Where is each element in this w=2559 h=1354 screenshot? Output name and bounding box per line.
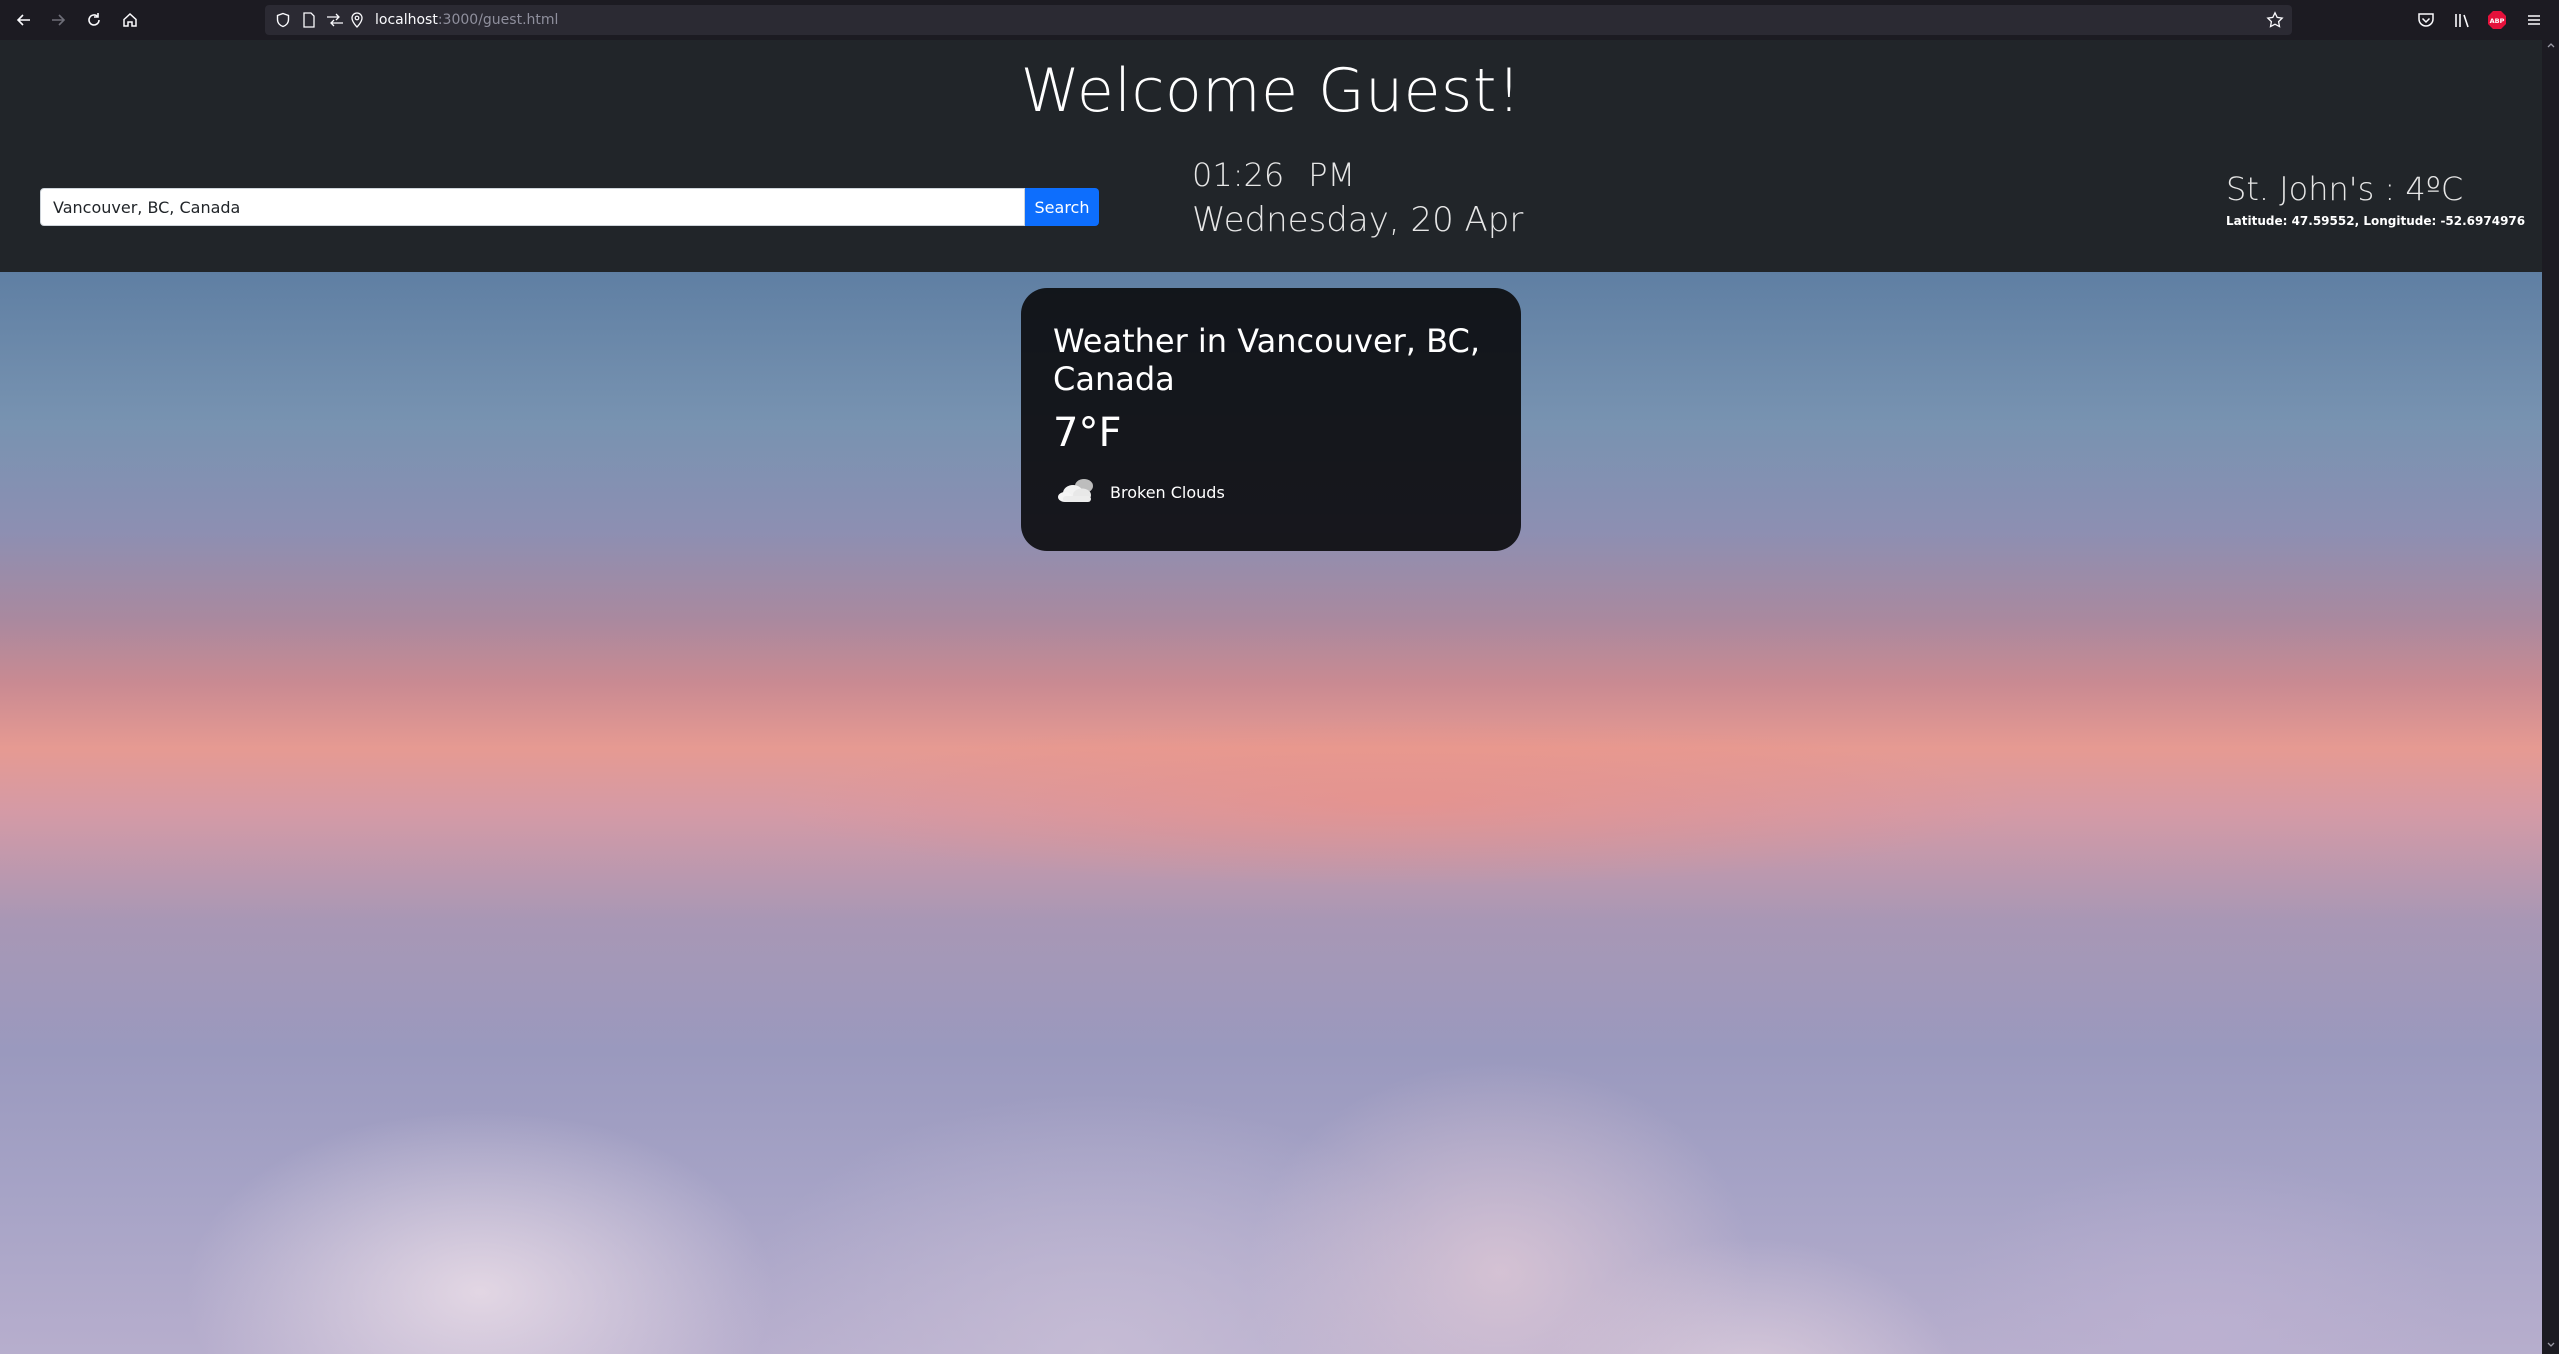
current-location-temp: St. John's : 4ºC <box>2226 170 2464 208</box>
page-title: Welcome Guest! <box>1020 56 1522 126</box>
bookmark-star-button[interactable] <box>2265 10 2285 30</box>
back-icon <box>16 14 30 26</box>
home-button[interactable] <box>114 6 146 34</box>
reload-button[interactable] <box>78 6 110 34</box>
app-menu-button[interactable] <box>2522 8 2546 32</box>
search-input[interactable] <box>40 188 1025 226</box>
app-header: Welcome Guest! Search 01:26 PM Wednesday,… <box>0 40 2542 272</box>
home-icon <box>123 12 137 27</box>
shield-icon[interactable] <box>273 10 293 30</box>
clock-date: Wednesday, 20 Apr <box>1192 200 1524 240</box>
adblock-button[interactable]: ABP <box>2485 8 2509 32</box>
current-location-coords: Latitude: 47.59552, Longitude: -52.69749… <box>2226 214 2526 228</box>
library-button[interactable] <box>2450 8 2474 32</box>
star-icon <box>2266 11 2284 28</box>
url-path: :3000/guest.html <box>437 12 559 28</box>
url-bar[interactable]: localhost:3000/guest.html <box>265 5 2292 35</box>
pocket-icon <box>2418 13 2434 27</box>
weather-card-temperature: 7°F <box>1053 410 1122 456</box>
forward-button[interactable] <box>42 6 74 34</box>
menu-icon <box>2528 15 2540 25</box>
clock: 01:26 PM <box>1192 156 1355 194</box>
browser-toolbar: localhost:3000/guest.html ABP <box>0 0 2559 40</box>
page-icon[interactable] <box>299 10 319 30</box>
pocket-button[interactable] <box>2414 8 2438 32</box>
weather-card-title: Weather in Vancouver, BC, Canada <box>1053 322 1481 398</box>
scroll-up-arrow-icon[interactable] <box>2546 40 2556 50</box>
weather-card: Weather in Vancouver, BC, Canada 7°F Bro… <box>1021 288 1521 551</box>
broken-clouds-icon <box>1058 479 1093 502</box>
page-scrollbar[interactable] <box>2542 40 2559 1354</box>
scroll-down-arrow-icon[interactable] <box>2546 1340 2556 1350</box>
abp-icon: ABP <box>2488 11 2506 29</box>
svg-text:ABP: ABP <box>2490 17 2505 25</box>
url-text[interactable]: localhost:3000/guest.html <box>375 12 558 28</box>
clock-ampm: PM <box>1308 156 1356 194</box>
url-host: localhost <box>375 12 438 28</box>
search-button[interactable]: Search <box>1025 188 1099 226</box>
library-icon <box>2455 14 2469 28</box>
back-button[interactable] <box>8 6 40 34</box>
location-icon[interactable] <box>347 10 367 30</box>
permissions-icon[interactable] <box>325 10 345 30</box>
reload-icon <box>88 13 100 26</box>
weather-card-description: Broken Clouds <box>1110 483 1225 502</box>
forward-icon <box>52 14 66 26</box>
clock-time: 01:26 <box>1192 156 1285 194</box>
